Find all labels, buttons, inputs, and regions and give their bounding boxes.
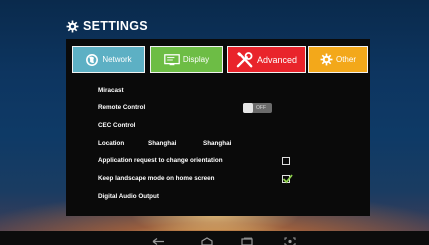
location-item[interactable]: Location xyxy=(98,138,124,150)
orientation-request-label: Application request to change orientatio… xyxy=(98,157,223,164)
orientation-request-item: Application request to change orientatio… xyxy=(98,155,223,167)
tab-advanced-label: Advanced xyxy=(256,54,298,65)
location-value-2: Shanghai xyxy=(203,140,232,147)
tab-display-label: Display xyxy=(182,55,210,64)
cec-control-item[interactable]: CEC Control xyxy=(98,120,135,132)
tools-icon xyxy=(236,51,254,68)
remote-control-label: Remote Control xyxy=(98,104,146,111)
tab-network[interactable]: Network xyxy=(72,46,145,73)
recents-icon[interactable] xyxy=(240,233,254,245)
navigation-bar xyxy=(0,231,429,245)
page-title-text: SETTINGS xyxy=(83,19,148,33)
gear-icon xyxy=(66,20,79,33)
landscape-home-checkbox[interactable] xyxy=(282,174,293,184)
tab-other-label: Other xyxy=(335,55,356,64)
monitor-icon xyxy=(164,53,180,66)
toggle-state-text: OFF xyxy=(256,105,266,111)
location-value-1: Shanghai xyxy=(148,140,177,147)
tab-display[interactable]: Display xyxy=(150,46,223,73)
remote-control-item: Remote Control xyxy=(98,102,145,114)
location-label: Location xyxy=(98,140,125,147)
gear-icon xyxy=(320,53,333,66)
miracast-label: Miracast xyxy=(98,87,124,94)
checkmark-icon xyxy=(282,174,293,184)
tab-other[interactable]: Other xyxy=(308,46,368,73)
page-title: SETTINGS xyxy=(66,17,148,35)
tab-advanced[interactable]: Advanced xyxy=(227,46,306,73)
landscape-home-item: Keep landscape mode on home screen xyxy=(98,173,215,185)
desktop-background: SETTINGS Network Display Advanced Other … xyxy=(0,0,429,245)
digital-audio-label: Digital Audio Output xyxy=(98,193,159,200)
digital-audio-item[interactable]: Digital Audio Output xyxy=(98,191,159,203)
cec-control-label: CEC Control xyxy=(98,122,136,129)
globe-icon xyxy=(85,53,99,67)
toggle-knob xyxy=(243,103,253,113)
tab-network-label: Network xyxy=(102,55,132,64)
orientation-request-checkbox[interactable] xyxy=(282,157,290,165)
remote-control-toggle[interactable]: OFF xyxy=(243,103,272,113)
miracast-item[interactable]: Miracast xyxy=(98,85,124,97)
back-icon[interactable] xyxy=(152,233,166,245)
screenshot-icon[interactable] xyxy=(283,233,297,245)
landscape-home-label: Keep landscape mode on home screen xyxy=(98,175,215,182)
home-icon[interactable] xyxy=(200,233,214,245)
